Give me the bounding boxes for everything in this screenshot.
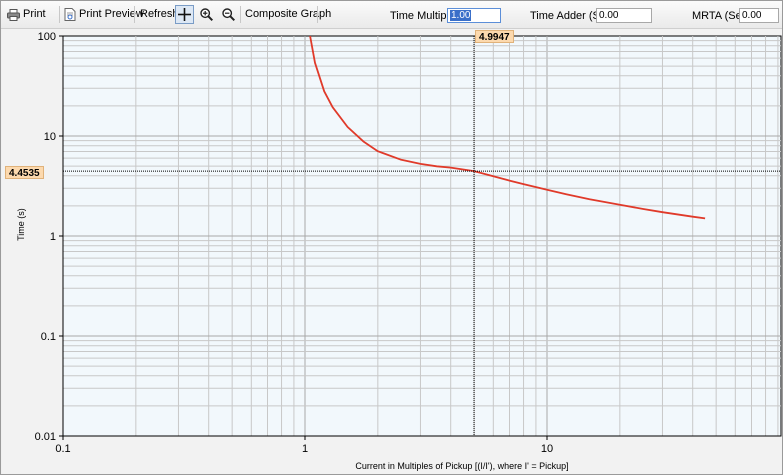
crosshair-icon <box>178 8 191 21</box>
time-adder-input[interactable]: 0.00 <box>596 8 652 23</box>
toolbar: Print Print Preview Refresh Composite Gr… <box>1 1 782 29</box>
cursor-y-readout: 4.4535 <box>5 166 44 180</box>
composite-graph-label: Composite Graph <box>245 8 332 20</box>
cursor-x-readout: 4.9947 <box>475 30 514 43</box>
zoom-in-button[interactable] <box>197 5 216 24</box>
print-preview-button[interactable]: Print Preview <box>64 6 144 23</box>
y-tick-label: 1 <box>50 231 56 243</box>
zoom-out-button[interactable] <box>219 5 238 24</box>
refresh-button[interactable]: Refresh <box>140 6 179 23</box>
print-preview-icon <box>64 8 76 21</box>
toolbar-separator <box>317 6 318 23</box>
mrta-input[interactable]: 0.00 <box>739 8 779 23</box>
y-tick-label: 0.01 <box>35 431 56 443</box>
print-button[interactable]: Print <box>7 6 46 23</box>
y-axis-title: Time (s) <box>16 208 26 241</box>
tcc-chart[interactable]: 1001010.10.010.1 1 10Current in Multiples … <box>2 29 782 474</box>
crosshair-tool-button[interactable] <box>175 5 194 24</box>
toolbar-separator <box>59 6 60 23</box>
composite-graph-button[interactable]: Composite Graph <box>245 6 331 23</box>
toolbar-separator <box>134 6 135 23</box>
time-adder-value: 0.00 <box>599 10 619 21</box>
time-multiplier-value: 1.00 <box>450 10 472 21</box>
x-axis-title: Current in Multiples of Pickup [(I/I'), … <box>355 461 568 471</box>
x-tick-label: 10 <box>541 443 553 455</box>
x-tick-label: 1 <box>302 443 308 455</box>
zoom-in-icon <box>200 8 213 21</box>
y-tick-label: 0.1 <box>41 331 56 343</box>
y-tick-label: 100 <box>38 31 56 43</box>
print-label: Print <box>23 8 46 20</box>
printer-icon <box>7 8 20 21</box>
refresh-label: Refresh <box>140 8 179 20</box>
chart-area[interactable]: 100 10 1 0.1 0.01 0.1 1 10 Current in Multiples … <box>2 29 782 474</box>
time-multiplier-input[interactable]: 1.00 <box>447 8 501 23</box>
x-tick-label: 0.1 <box>55 443 70 455</box>
y-tick-label: 10 <box>44 131 56 143</box>
zoom-out-icon <box>222 8 235 21</box>
mrta-value: 0.00 <box>742 10 762 21</box>
graph-window: Print Print Preview Refresh Composite Gr… <box>0 0 783 475</box>
toolbar-separator <box>240 6 241 23</box>
